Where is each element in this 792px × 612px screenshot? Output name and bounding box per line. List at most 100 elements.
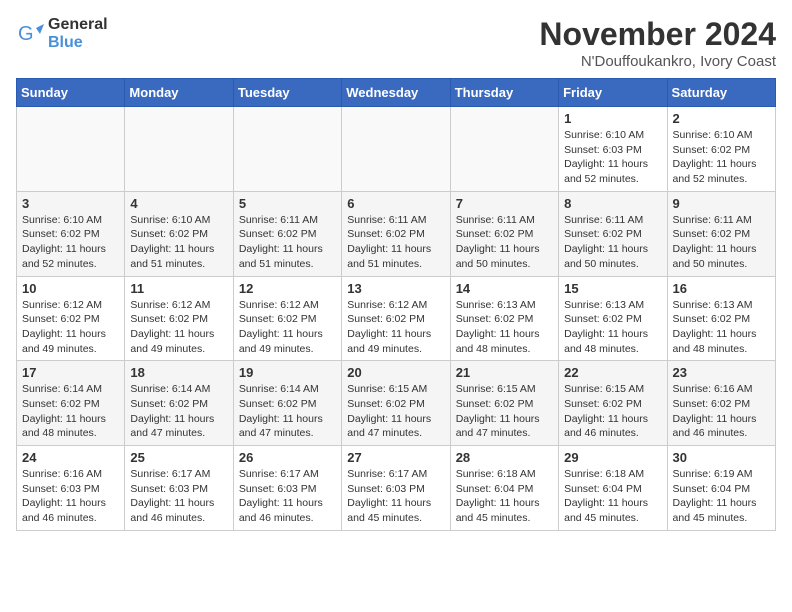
calendar-cell: 2 Sunrise: 6:10 AMSunset: 6:02 PMDaylight… [667,107,775,192]
main-title: November 2024 [539,16,776,53]
day-info: Sunrise: 6:13 AMSunset: 6:02 PMDaylight:… [456,298,553,357]
title-area: November 2024 N'Douffoukankro, Ivory Coa… [539,16,776,70]
calendar-cell: 20 Sunrise: 6:15 AMSunset: 6:02 PMDayligh… [342,361,450,446]
day-info: Sunrise: 6:12 AMSunset: 6:02 PMDaylight:… [130,298,227,357]
day-info: Sunrise: 6:11 AMSunset: 6:02 PMDaylight:… [673,213,770,272]
calendar-cell: 28 Sunrise: 6:18 AMSunset: 6:04 PMDayligh… [450,446,558,531]
calendar-cell: 15 Sunrise: 6:13 AMSunset: 6:02 PMDayligh… [559,276,667,361]
day-info: Sunrise: 6:13 AMSunset: 6:02 PMDaylight:… [564,298,661,357]
calendar-cell: 5Sunrise: 6:11 AMSunset: 6:02 PMDaylight… [233,191,341,276]
header-day-monday: Monday [125,79,233,107]
day-number: 3 [22,196,119,211]
day-number: 6 [347,196,444,211]
calendar-cell: 27 Sunrise: 6:17 AMSunset: 6:03 PMDayligh… [342,446,450,531]
calendar-cell: 29Sunrise: 6:18 AMSunset: 6:04 PMDayligh… [559,446,667,531]
calendar-week-1: 3 Sunrise: 6:10 AMSunset: 6:02 PMDaylight… [17,191,776,276]
calendar-cell: 6 Sunrise: 6:11 AMSunset: 6:02 PMDaylight… [342,191,450,276]
header: G General Blue November 2024 N'Douffouka… [16,16,776,70]
calendar-cell [450,107,558,192]
calendar-cell: 7Sunrise: 6:11 AMSunset: 6:02 PMDaylight… [450,191,558,276]
calendar-cell: 3 Sunrise: 6:10 AMSunset: 6:02 PMDaylight… [17,191,125,276]
logo-general: General [48,16,108,33]
day-info: Sunrise: 6:10 AMSunset: 6:02 PMDaylight:… [673,128,770,187]
day-info: Sunrise: 6:11 AMSunset: 6:02 PMDaylight:… [564,213,661,272]
day-info: Sunrise: 6:15 AMSunset: 6:02 PMDaylight:… [347,382,444,441]
calendar-table: SundayMondayTuesdayWednesdayThursdayFrid… [16,78,776,531]
logo-icon: G [16,20,44,48]
day-info: Sunrise: 6:18 AMSunset: 6:04 PMDaylight:… [456,467,553,526]
day-number: 1 [564,111,661,126]
day-number: 12 [239,281,336,296]
calendar-cell: 9 Sunrise: 6:11 AMSunset: 6:02 PMDaylight… [667,191,775,276]
day-number: 20 [347,365,444,380]
day-number: 21 [456,365,553,380]
calendar-cell: 25Sunrise: 6:17 AMSunset: 6:03 PMDayligh… [125,446,233,531]
day-number: 26 [239,450,336,465]
header-day-wednesday: Wednesday [342,79,450,107]
header-day-tuesday: Tuesday [233,79,341,107]
calendar-week-4: 24Sunrise: 6:16 AMSunset: 6:03 PMDayligh… [17,446,776,531]
day-number: 22 [564,365,661,380]
calendar-cell: 12 Sunrise: 6:12 AMSunset: 6:02 PMDayligh… [233,276,341,361]
day-info: Sunrise: 6:18 AMSunset: 6:04 PMDaylight:… [564,467,661,526]
day-number: 23 [673,365,770,380]
day-info: Sunrise: 6:11 AMSunset: 6:02 PMDaylight:… [239,213,336,272]
calendar-cell: 16 Sunrise: 6:13 AMSunset: 6:02 PMDayligh… [667,276,775,361]
day-info: Sunrise: 6:12 AMSunset: 6:02 PMDaylight:… [347,298,444,357]
header-day-thursday: Thursday [450,79,558,107]
calendar-cell: 21 Sunrise: 6:15 AMSunset: 6:02 PMDayligh… [450,361,558,446]
calendar-week-2: 10 Sunrise: 6:12 AMSunset: 6:02 PMDayligh… [17,276,776,361]
calendar-cell: 30 Sunrise: 6:19 AMSunset: 6:04 PMDayligh… [667,446,775,531]
day-number: 15 [564,281,661,296]
calendar-cell: 11 Sunrise: 6:12 AMSunset: 6:02 PMDayligh… [125,276,233,361]
calendar-week-0: 1 Sunrise: 6:10 AMSunset: 6:03 PMDaylight… [17,107,776,192]
subtitle: N'Douffoukankro, Ivory Coast [539,53,776,70]
day-number: 30 [673,450,770,465]
day-info: Sunrise: 6:10 AMSunset: 6:03 PMDaylight:… [564,128,661,187]
day-info: Sunrise: 6:19 AMSunset: 6:04 PMDaylight:… [673,467,770,526]
day-number: 16 [673,281,770,296]
day-info: Sunrise: 6:11 AMSunset: 6:02 PMDaylight:… [347,213,444,272]
day-number: 10 [22,281,119,296]
day-info: Sunrise: 6:17 AMSunset: 6:03 PMDaylight:… [239,467,336,526]
day-info: Sunrise: 6:10 AMSunset: 6:02 PMDaylight:… [130,213,227,272]
day-number: 27 [347,450,444,465]
day-number: 28 [456,450,553,465]
day-info: Sunrise: 6:14 AMSunset: 6:02 PMDaylight:… [130,382,227,441]
day-number: 18 [130,365,227,380]
day-info: Sunrise: 6:12 AMSunset: 6:02 PMDaylight:… [22,298,119,357]
calendar-cell: 8Sunrise: 6:11 AMSunset: 6:02 PMDaylight… [559,191,667,276]
day-number: 14 [456,281,553,296]
logo-blue: Blue [48,34,83,51]
header-day-sunday: Sunday [17,79,125,107]
day-info: Sunrise: 6:17 AMSunset: 6:03 PMDaylight:… [347,467,444,526]
day-number: 24 [22,450,119,465]
day-number: 25 [130,450,227,465]
day-number: 9 [673,196,770,211]
calendar-cell: 14 Sunrise: 6:13 AMSunset: 6:02 PMDayligh… [450,276,558,361]
day-number: 2 [673,111,770,126]
day-number: 17 [22,365,119,380]
calendar-cell: 18 Sunrise: 6:14 AMSunset: 6:02 PMDayligh… [125,361,233,446]
calendar-cell: 1 Sunrise: 6:10 AMSunset: 6:03 PMDaylight… [559,107,667,192]
calendar-cell [342,107,450,192]
day-info: Sunrise: 6:13 AMSunset: 6:02 PMDaylight:… [673,298,770,357]
logo: G General Blue [16,16,108,52]
calendar-cell: 19 Sunrise: 6:14 AMSunset: 6:02 PMDayligh… [233,361,341,446]
day-number: 13 [347,281,444,296]
calendar-cell: 23 Sunrise: 6:16 AMSunset: 6:02 PMDayligh… [667,361,775,446]
calendar-header-row: SundayMondayTuesdayWednesdayThursdayFrid… [17,79,776,107]
calendar-cell [17,107,125,192]
day-info: Sunrise: 6:15 AMSunset: 6:02 PMDaylight:… [456,382,553,441]
day-info: Sunrise: 6:16 AMSunset: 6:02 PMDaylight:… [673,382,770,441]
calendar-cell [233,107,341,192]
day-number: 19 [239,365,336,380]
day-number: 11 [130,281,227,296]
calendar-cell: 26 Sunrise: 6:17 AMSunset: 6:03 PMDayligh… [233,446,341,531]
day-info: Sunrise: 6:10 AMSunset: 6:02 PMDaylight:… [22,213,119,272]
day-info: Sunrise: 6:12 AMSunset: 6:02 PMDaylight:… [239,298,336,357]
day-info: Sunrise: 6:15 AMSunset: 6:02 PMDaylight:… [564,382,661,441]
day-info: Sunrise: 6:14 AMSunset: 6:02 PMDaylight:… [239,382,336,441]
calendar-week-3: 17 Sunrise: 6:14 AMSunset: 6:02 PMDayligh… [17,361,776,446]
calendar-cell [125,107,233,192]
